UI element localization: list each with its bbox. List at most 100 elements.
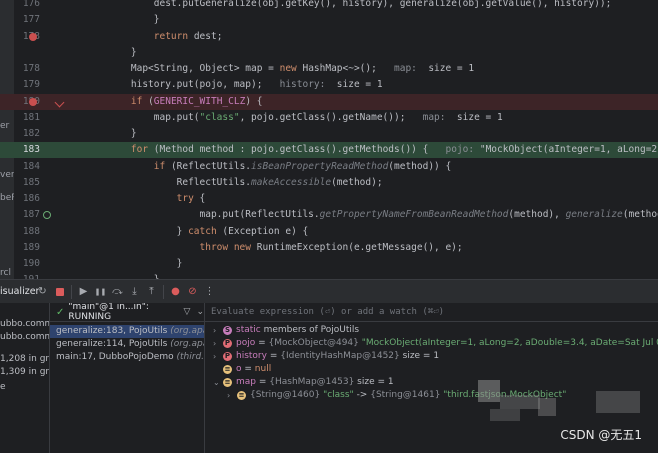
- code-text[interactable]: throw new RuntimeException(e.getMessage(…: [108, 240, 463, 256]
- chevron-right-icon[interactable]: ›: [213, 350, 221, 363]
- stop-icon[interactable]: [51, 283, 68, 301]
- code-line[interactable]: 188 } catch (Exception e) {: [0, 224, 658, 240]
- code-line[interactable]: 185 ReflectUtils.makeAccessible(method);: [0, 175, 658, 191]
- line-number[interactable]: 189: [14, 240, 40, 256]
- chevron-right-icon[interactable]: ›: [213, 324, 221, 337]
- code-line[interactable]: }: [0, 45, 658, 61]
- breakpoint-line[interactable]: 180 if (GENERIC_WITH_CLZ) {: [0, 93, 658, 110]
- variable-row[interactable]: ≡ o = null: [205, 363, 658, 376]
- variable-row[interactable]: › ≡ {String@1460} "class" -> {String@1461}…: [205, 389, 658, 402]
- code-line[interactable]: 191 }: [0, 272, 658, 279]
- variable-text: pojo = {MockObject@494} "MockObject(aInt…: [236, 337, 658, 350]
- line-number[interactable]: 184: [14, 159, 40, 175]
- variable-row[interactable]: ⌄ ≡ map = {HashMap@1453} size = 1: [205, 376, 658, 389]
- chevron-down-icon[interactable]: [54, 97, 65, 107]
- variable-type-icon: ≡: [237, 391, 246, 400]
- rerun-icon[interactable]: ↻: [34, 283, 51, 301]
- thread-item[interactable]: ubbo.commo: [0, 319, 49, 329]
- code-text[interactable]: Map<String, Object> map = new HashMap<~>…: [108, 61, 474, 77]
- code-text[interactable]: return dest;: [108, 29, 223, 45]
- resume-icon[interactable]: ▶: [75, 283, 92, 301]
- current-execution-line[interactable]: 183 for (Method method : pojo.getClass()…: [0, 142, 658, 159]
- line-number[interactable]: 182: [14, 126, 40, 142]
- code-line[interactable]: 189 throw new RuntimeException(e.getMess…: [0, 240, 658, 256]
- code-text[interactable]: } catch (Exception e) {: [108, 224, 309, 240]
- variable-row[interactable]: › Phistory = {IdentityHashMap@1452} size …: [205, 350, 658, 363]
- code-line[interactable]: 184 if (ReflectUtils.isBeanPropertyReadM…: [0, 159, 658, 175]
- step-into-icon[interactable]: ⤓: [126, 283, 143, 301]
- variable-row[interactable]: › Sstatic members of PojoUtils: [205, 324, 658, 337]
- frames-panel: ✓ "main"@1 in...in": RUNNING ▽ ⌄ general…: [50, 303, 205, 453]
- step-out-icon[interactable]: ⤒: [143, 283, 160, 301]
- code-text[interactable]: if (GENERIC_WITH_CLZ) {: [108, 94, 263, 110]
- stack-frame[interactable]: generalize:183, PojoUtils (org.apache: [50, 325, 204, 338]
- variable-row[interactable]: › Ppojo = {MockObject@494} "MockObject(aI…: [205, 337, 658, 350]
- breakpoint-icon[interactable]: [29, 32, 37, 41]
- variable-reference: {String@1460}: [250, 390, 324, 400]
- variable-reference: {IdentityHashMap@1452}: [280, 351, 403, 361]
- code-text[interactable]: }: [108, 272, 160, 279]
- code-text[interactable]: for (Method method : pojo.getClass().get…: [108, 142, 658, 158]
- code-line[interactable]: 186 try {: [0, 191, 658, 207]
- filter-icon[interactable]: ▽: [184, 307, 191, 317]
- code-line[interactable]: 190 }: [0, 256, 658, 272]
- code-line[interactable]: 179 history.put(pojo, map); history: siz…: [0, 77, 658, 93]
- variable-value: size = 1: [357, 377, 394, 387]
- thread-selector[interactable]: ✓ "main"@1 in...in": RUNNING ▽ ⌄: [50, 303, 204, 322]
- pixelated-region: [500, 395, 540, 409]
- code-line[interactable]: 177 }: [0, 12, 658, 28]
- code-line[interactable]: 176 dest.putGeneralize(obj.getKey(), his…: [0, 0, 658, 12]
- line-number[interactable]: 190: [14, 256, 40, 272]
- step-over-icon[interactable]: ⤼: [109, 283, 126, 301]
- code-line[interactable]: 178 Map<String, Object> map = new HashMa…: [0, 61, 658, 77]
- code-text[interactable]: }: [108, 256, 183, 272]
- more-icon[interactable]: ⋮: [201, 283, 218, 301]
- variable-name: history: [236, 351, 267, 361]
- line-number[interactable]: 176: [14, 0, 40, 12]
- mute-breakpoints-icon[interactable]: ⊘: [184, 283, 201, 301]
- breakpoints-icon[interactable]: ●: [167, 283, 184, 301]
- code-line[interactable]: 187 map.put(ReflectUtils.getPropertyName…: [0, 207, 658, 223]
- line-number[interactable]: 178: [14, 61, 40, 77]
- line-number[interactable]: 186: [14, 191, 40, 207]
- code-text[interactable]: }: [108, 12, 160, 28]
- line-number[interactable]: 191: [14, 272, 40, 279]
- line-number[interactable]: 183: [14, 142, 40, 158]
- line-number[interactable]: 181: [14, 110, 40, 126]
- code-text[interactable]: try {: [108, 191, 206, 207]
- stack-frame[interactable]: main:17, DubboPojoDemo (third.dubb: [50, 351, 204, 364]
- debug-tab-label[interactable]: isualizer: [0, 286, 39, 297]
- variable-value: "class": [323, 390, 354, 400]
- stack-frame[interactable]: generalize:114, PojoUtils (org.apache: [50, 338, 204, 351]
- chevron-down-icon[interactable]: ⌄: [196, 307, 204, 317]
- thread-item[interactable]: 1,309 in gro: [0, 367, 49, 377]
- code-text[interactable]: history.put(pojo, map); history: size = …: [108, 77, 383, 93]
- pause-icon[interactable]: ❚❚: [92, 283, 109, 301]
- line-number[interactable]: 177: [14, 12, 40, 28]
- line-number[interactable]: 187: [14, 207, 40, 223]
- code-text[interactable]: if (ReflectUtils.isBeanPropertyReadMetho…: [108, 159, 451, 175]
- code-line[interactable]: 182 }: [0, 126, 658, 142]
- thread-item[interactable]: 1,208 in gro: [0, 354, 49, 364]
- code-text[interactable]: }: [108, 126, 137, 142]
- thread-selector-label: "main"@1 in...in": RUNNING: [68, 303, 149, 322]
- code-text[interactable]: map.put(ReflectUtils.getPropertyNameFrom…: [108, 207, 658, 223]
- line-number[interactable]: 188: [14, 224, 40, 240]
- code-line[interactable]: 181 map.put("class", pojo.getClass().get…: [0, 110, 658, 126]
- conditional-breakpoint-icon[interactable]: [29, 97, 37, 106]
- lambda-breakpoint-icon[interactable]: [43, 211, 51, 220]
- chevron-right-icon[interactable]: ›: [227, 389, 235, 402]
- code-line[interactable]: 178 return dest;: [0, 29, 658, 45]
- line-number[interactable]: 185: [14, 175, 40, 191]
- chevron-right-icon[interactable]: ›: [213, 337, 221, 350]
- thread-item[interactable]: e: [0, 382, 6, 392]
- code-text[interactable]: ReflectUtils.makeAccessible(method);: [108, 175, 383, 191]
- line-number[interactable]: 179: [14, 77, 40, 93]
- code-text[interactable]: dest.putGeneralize(obj.getKey(), history…: [108, 0, 612, 12]
- chevron-down-icon[interactable]: ⌄: [213, 376, 221, 389]
- code-text[interactable]: }: [108, 45, 137, 61]
- evaluate-expression-input[interactable]: Evaluate expression (⏎) or add a watch (…: [205, 303, 658, 322]
- code-text[interactable]: map.put("class", pojo.getClass().getName…: [108, 110, 503, 126]
- code-editor[interactable]: er ver bePo rcl 176 dest.putGeneralize(o…: [0, 0, 658, 279]
- thread-item[interactable]: ubbo.commo: [0, 332, 49, 342]
